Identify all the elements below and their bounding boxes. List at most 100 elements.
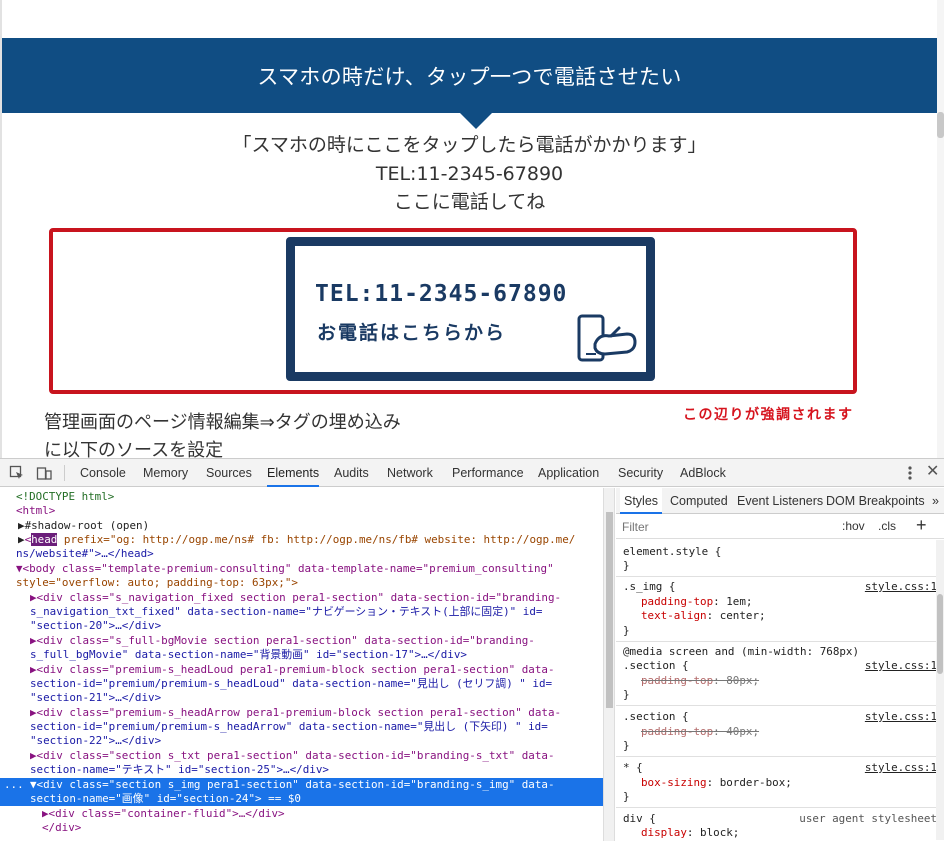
rule-prop-overridden[interactable]: padding-top: 40px; (641, 725, 759, 740)
rule-source-link[interactable]: style.css:1 (865, 710, 937, 725)
dom-shadow-root[interactable]: ▶#shadow-root (open) (18, 519, 603, 533)
tab-elements[interactable]: Elements (267, 459, 320, 487)
rule-source-link[interactable]: style.css:1 (865, 580, 937, 595)
dom-nav-section-cont1: s_navigation_txt_fixed" data-section-nam… (30, 605, 543, 618)
rule-close: } (623, 739, 630, 752)
dom-txt-section[interactable]: ▶<div class="section s_txt pera1-section… (30, 749, 603, 763)
add-rule-icon[interactable]: + (916, 515, 927, 536)
styles-sidebar: Styles Computed Event Listeners DOM Brea… (616, 488, 944, 841)
page-scrollbar[interactable] (937, 0, 944, 458)
dom-body-cont: style="overflow: auto; padding-top: 63px… (16, 576, 298, 589)
dom-headloud-section[interactable]: ▶<div class="premium-s_headLoud pera1-pr… (30, 663, 603, 677)
styles-scrollbar[interactable] (936, 540, 944, 840)
rule-close: } (623, 688, 630, 701)
heading-band: スマホの時だけ、タップ一つで電話させたい (2, 38, 937, 113)
rule-universal-selector[interactable]: * { (623, 761, 643, 776)
body-text-1: 管理画面のページ情報編集⇒タグの埋め込み (44, 412, 401, 433)
rule-source-ua: user agent stylesheet (799, 812, 937, 825)
tab-adblock[interactable]: AdBlock (680, 459, 726, 487)
rule-source-link[interactable]: style.css:1 (865, 659, 937, 674)
tab-event-listeners[interactable]: Event Listeners (737, 488, 823, 514)
tab-dom-breakpoints[interactable]: DOM Breakpoints (826, 488, 925, 514)
dom-head[interactable]: ▶<head prefix="og: http://ogp.me/ns# fb:… (18, 533, 603, 547)
toolbar-separator (64, 465, 65, 481)
banner-tel-number: TEL:11-2345-67890 (315, 281, 568, 307)
elements-dom-tree: <!DOCTYPE html> <html> ▶#shadow-root (op… (0, 488, 603, 841)
rule-close: } (623, 624, 630, 637)
tab-application[interactable]: Application (538, 459, 599, 487)
rule-prop[interactable]: box-sizing: border-box; (641, 776, 792, 791)
banner-call-text: お電話はこちらから (317, 322, 507, 344)
dom-bgmovie-section[interactable]: ▶<div class="s_full-bgMovie section pera… (30, 634, 603, 648)
tab-audits[interactable]: Audits (334, 459, 369, 487)
dom-txt-cont: section-name="テキスト" id="section-25">…</d… (30, 763, 329, 776)
dom-div-close: </div> (42, 821, 82, 834)
dom-nav-section[interactable]: ▶<div class="s_navigation_fixed section … (30, 591, 603, 605)
rule-prop-overridden[interactable]: padding-top: 80px; (641, 674, 759, 689)
styles-tabs: Styles Computed Event Listeners DOM Brea… (616, 488, 944, 514)
tab-performance[interactable]: Performance (452, 459, 524, 487)
more-tabs-icon[interactable]: » (932, 488, 939, 514)
hov-toggle[interactable]: :hov (842, 519, 865, 533)
rule-media-query: @media screen and (min-width: 768px) (623, 645, 860, 658)
dom-headloud-cont1: section-id="premium/premium-s_headLoud" … (30, 677, 553, 690)
dom-doctype[interactable]: <!DOCTYPE html> (16, 490, 603, 504)
close-icon[interactable]: ✕ (926, 463, 942, 481)
tab-sources[interactable]: Sources (206, 459, 252, 487)
rule-divider (616, 807, 944, 808)
rule-div-selector[interactable]: div { (623, 812, 656, 827)
tab-memory[interactable]: Memory (143, 459, 188, 487)
dom-headarrow-cont1: section-id="premium/premium-s_headArrow"… (30, 720, 548, 733)
rule-divider (616, 576, 944, 577)
heading-text: スマホの時だけ、タップ一つで電話させたい (257, 64, 682, 89)
dom-head-cont: ns/website#">…</head> (16, 547, 154, 560)
dom-img-section-selected[interactable]: ... ▼<div class="section s_img pera1-sect… (0, 778, 603, 793)
rule-section-selector[interactable]: .section { (623, 659, 689, 674)
dom-headarrow-section[interactable]: ▶<div class="premium-s_headArrow pera1-p… (30, 706, 603, 720)
tab-computed[interactable]: Computed (670, 488, 728, 514)
page-scrollbar-thumb[interactable] (937, 112, 944, 138)
elements-scrollbar[interactable] (603, 488, 615, 841)
elements-scrollbar-thumb[interactable] (606, 512, 613, 708)
page-viewport: スマホの時だけ、タップ一つで電話させたい 「スマホの時にここをタップしたら電話が… (0, 0, 944, 458)
rule-divider (616, 756, 944, 757)
heading-down-arrow (459, 112, 493, 129)
device-toolbar-icon[interactable] (36, 465, 52, 481)
rule-section-selector[interactable]: .section { (623, 710, 689, 725)
dom-body[interactable]: ▼<body class="template-premium-consultin… (16, 562, 603, 576)
dom-selected-dots: ... (4, 778, 24, 791)
rule-source-link[interactable]: style.css:1 (865, 761, 937, 776)
rule-s-img-selector[interactable]: .s_img { (623, 580, 675, 595)
call-here-line: ここに電話してね (393, 191, 546, 213)
head-tag-highlight: head (31, 533, 58, 546)
cls-toggle[interactable]: .cls (878, 519, 896, 533)
body-text-2: に以下のソースを設定 (44, 440, 224, 458)
rule-divider (616, 641, 944, 642)
tab-console[interactable]: Console (80, 459, 126, 487)
phone-tap-icon (577, 314, 637, 362)
tab-security[interactable]: Security (618, 459, 663, 487)
rule-close: } (623, 790, 630, 803)
devtools-panel: Console Memory Sources Elements Audits N… (0, 458, 944, 841)
devtools-toolbar: Console Memory Sources Elements Audits N… (0, 459, 944, 487)
rule-divider (616, 705, 944, 706)
tel-line[interactable]: TEL:11-2345-67890 (2, 160, 937, 188)
rule-prop[interactable]: display: block; (641, 826, 739, 841)
tab-styles[interactable]: Styles (620, 488, 663, 514)
dom-bgmovie-cont: s_full_bgMovie" data-section-name="背景動画"… (30, 648, 467, 661)
dom-html[interactable]: <html> (16, 504, 603, 518)
dom-img-section-cont: section-name="画像" id="section-24"> == $0 (0, 792, 603, 807)
rule-element-style[interactable]: element.style { (623, 545, 721, 560)
tab-network[interactable]: Network (387, 459, 433, 487)
styles-filter-input[interactable] (622, 519, 822, 535)
rule-prop[interactable]: text-align: center; (641, 609, 766, 624)
dom-container-fluid[interactable]: ▶<div class="container-fluid">…</div> (42, 807, 603, 821)
rule-prop[interactable]: padding-top: 1em; (641, 595, 752, 610)
styles-scrollbar-thumb[interactable] (937, 594, 943, 674)
styles-filter-row: :hov .cls + (616, 515, 944, 539)
shadow-root-label: #shadow-root (open) (24, 519, 150, 532)
tel-banner-link[interactable]: TEL:11-2345-67890 お電話はこちらから (286, 237, 655, 381)
dom-headarrow-cont2: "section-22">…</div> (30, 734, 162, 747)
inspect-element-icon[interactable] (9, 465, 25, 481)
more-options-icon[interactable] (906, 465, 914, 481)
